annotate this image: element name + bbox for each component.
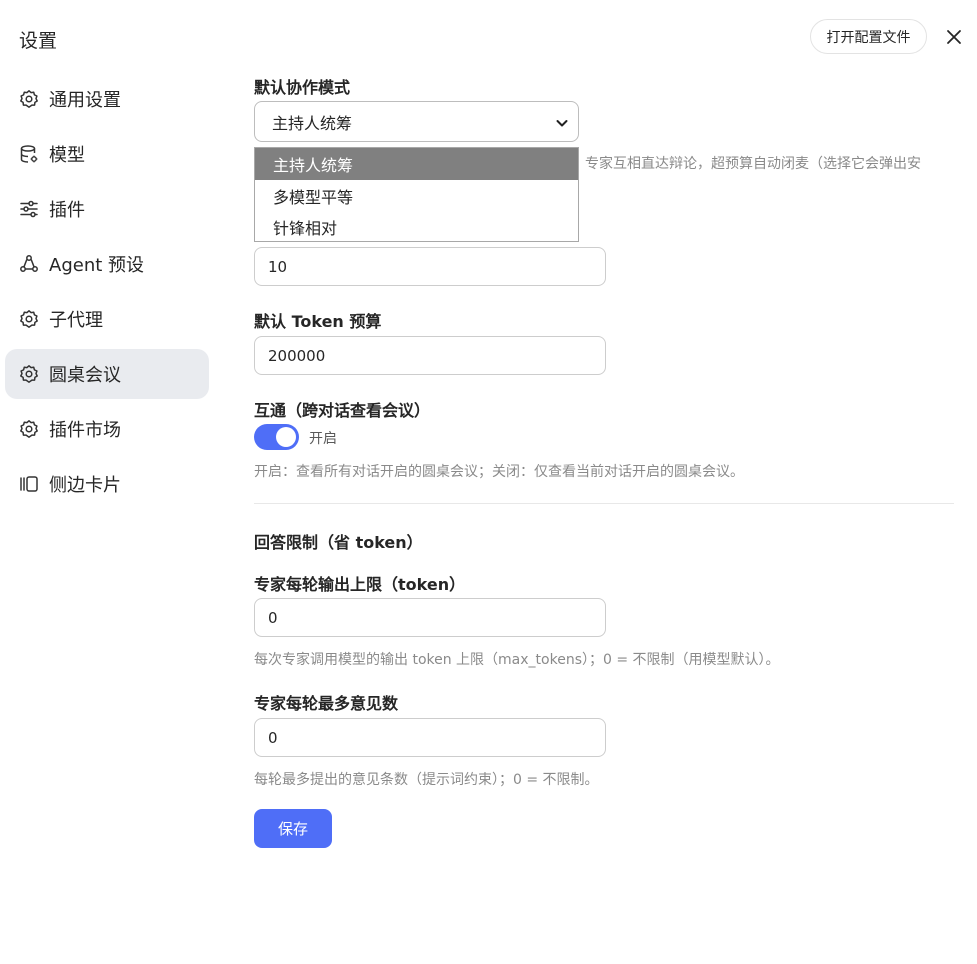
max-output-hint: 每次专家调用模型的输出 token 上限（max_tokens）；0 = 不限制… [254, 652, 780, 668]
close-button[interactable] [939, 22, 969, 52]
close-icon [947, 30, 961, 44]
sidebar-item-label: 插件 [49, 200, 85, 221]
max-opinions-hint: 每轮最多提出的意见条数（提示词约束）；0 = 不限制。 [254, 772, 599, 788]
side-card-icon [19, 474, 39, 494]
dropdown-option[interactable]: 针锋相对 [255, 211, 578, 242]
sidebar-item-label: Agent 预设 [49, 255, 145, 276]
max-output-label: 专家每轮输出上限（token） [254, 575, 466, 594]
agent-icon [19, 254, 39, 274]
max-output-input[interactable]: 0 [254, 598, 606, 637]
toggle-knob [276, 427, 296, 447]
interop-toggle[interactable] [254, 424, 299, 450]
dropdown-option[interactable]: 多模型平等 [255, 180, 578, 211]
open-config-button[interactable]: 打开配置文件 [810, 19, 927, 54]
sidebar-item-label: 插件市场 [49, 420, 121, 441]
collab-mode-label: 默认协作模式 [254, 78, 351, 97]
save-button[interactable]: 保存 [254, 809, 332, 848]
sidebar-item-models[interactable]: 模型 [5, 129, 209, 179]
sidebar-item-plugin-market[interactable]: 插件市场 [5, 404, 209, 454]
dropdown-option[interactable]: 主持人统筹 [255, 148, 578, 180]
interop-toggle-label: 开启 [309, 431, 337, 447]
sidebar-item-label: 圆桌会议 [49, 365, 121, 386]
max-opinions-input[interactable]: 0 [254, 718, 606, 757]
sidebar-item-label: 模型 [49, 145, 85, 166]
database-icon [19, 144, 39, 164]
rounds-input[interactable]: 10 [254, 247, 606, 286]
collab-mode-description: 专家互相直达辩论，超预算自动闭麦（选择它会弹出安 [585, 156, 921, 172]
sidebar-item-roundtable[interactable]: 圆桌会议 [5, 349, 209, 399]
gear-icon [19, 309, 39, 329]
page-title: 设置 [19, 30, 58, 52]
limits-section-title: 回答限制（省 token） [254, 533, 423, 552]
sidebar-item-subagents[interactable]: 子代理 [5, 294, 209, 344]
max-opinions-label: 专家每轮最多意见数 [254, 694, 399, 713]
sidebar-item-label: 侧边卡片 [49, 475, 121, 496]
interop-label: 互通（跨对话查看会议） [254, 401, 431, 420]
collab-mode-dropdown: 主持人统筹 多模型平等 针锋相对 [254, 147, 579, 242]
divider [254, 503, 954, 504]
gear-icon [19, 364, 39, 384]
sidebar-item-agent-presets[interactable]: Agent 预设 [5, 239, 209, 289]
token-budget-input[interactable]: 200000 [254, 336, 606, 375]
sliders-icon [19, 199, 39, 219]
sidebar-item-side-cards[interactable]: 侧边卡片 [5, 459, 209, 509]
gear-icon [19, 419, 39, 439]
token-budget-label: 默认 Token 预算 [254, 312, 382, 331]
sidebar-item-label: 通用设置 [49, 90, 121, 111]
sidebar-item-label: 子代理 [49, 310, 103, 331]
collab-mode-value: 主持人统筹 [272, 113, 353, 133]
collab-mode-select[interactable]: 主持人统筹 [254, 101, 579, 142]
sidebar-item-general[interactable]: 通用设置 [5, 74, 209, 124]
gear-icon [19, 89, 39, 109]
interop-hint: 开启：查看所有对话开启的圆桌会议；关闭：仅查看当前对话开启的圆桌会议。 [254, 464, 744, 480]
settings-page: 设置 打开配置文件 通用设置 模型 插件 Agent 预设 子代理 圆桌会议 插… [0, 0, 977, 964]
sidebar-item-plugins[interactable]: 插件 [5, 184, 209, 234]
chevron-down-icon [555, 115, 569, 134]
